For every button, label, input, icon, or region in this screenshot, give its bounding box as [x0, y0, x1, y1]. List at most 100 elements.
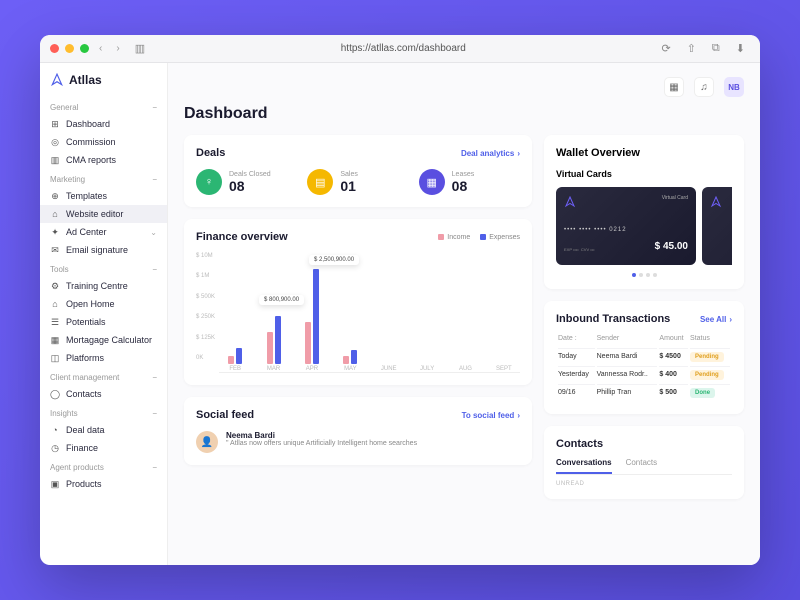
- sidebar-item[interactable]: ✉Email signature: [40, 241, 167, 259]
- sidebar-item-icon: ▣: [50, 479, 60, 489]
- close-icon[interactable]: [50, 44, 59, 53]
- social-card: Social feed To social feed› 👤 Neema Bard…: [184, 397, 532, 465]
- collapse-icon: −: [152, 265, 157, 274]
- chevron-right-icon: ›: [517, 411, 520, 420]
- sidebar-group-header[interactable]: Client management−: [40, 367, 167, 385]
- sidebar-group-header[interactable]: General−: [40, 97, 167, 115]
- page-title: Dashboard: [184, 105, 744, 123]
- bar-expenses: [275, 316, 281, 364]
- sidebar-item-label: Platforms: [66, 353, 104, 363]
- avatar[interactable]: NB: [724, 77, 744, 97]
- finance-chart: $ 10M$ 1M$ 500K$ 250K$ 125K0K $ 800,900.…: [196, 253, 520, 373]
- sidebar-item-label: Products: [66, 479, 102, 489]
- chart-bar-group: MAR: [257, 264, 289, 372]
- virtual-cards-label: Virtual Cards: [556, 169, 732, 179]
- virtual-card[interactable]: Virtual Card •••• •••• •••• 0212 EXP •••…: [556, 187, 696, 265]
- app-window: ‹ › ▥ https://atllas.com/dashboard ⟳ ⇧ ⧉…: [40, 35, 760, 565]
- sidebar-item-label: Finance: [66, 443, 98, 453]
- sidebar-item[interactable]: ✦Ad Center⌄: [40, 223, 167, 241]
- contacts-title: Contacts: [556, 438, 732, 450]
- chart-tooltip: $ 800,900.00: [259, 295, 304, 305]
- calendar-icon[interactable]: ▦: [664, 77, 684, 97]
- brand-logo[interactable]: Atllas: [40, 73, 167, 97]
- sidebar-item[interactable]: ▣ Products: [40, 475, 167, 493]
- sidebar-item[interactable]: ◔ Deal data: [40, 421, 167, 439]
- collapse-icon: −: [152, 103, 157, 112]
- sidebar-item-icon: ▥: [50, 155, 60, 165]
- transactions-table: Date : Sender Amount Status TodayNeema B…: [556, 333, 732, 402]
- virtual-card[interactable]: [702, 187, 732, 265]
- table-row[interactable]: TodayNeema Bardi$ 4500Pending: [558, 348, 730, 364]
- contacts-card: Contacts Conversations Contacts UNREAD: [544, 426, 744, 499]
- deals-card: Deals Deal analytics› ♀Deals Closed08▤Sa…: [184, 135, 532, 207]
- sidebar-icon[interactable]: ▥: [130, 42, 150, 55]
- reload-icon[interactable]: ⟳: [656, 42, 675, 55]
- sidebar-item-icon: ⊕: [50, 191, 60, 201]
- chart-bar-group: SEPT: [488, 264, 520, 372]
- chart-bar-group: APR: [296, 264, 328, 372]
- forward-button[interactable]: ›: [112, 43, 123, 54]
- chart-bar-group: MAY: [334, 264, 366, 372]
- bell-icon[interactable]: ♫: [694, 77, 714, 97]
- stat-icon: ♀: [196, 169, 222, 195]
- collapse-icon: −: [152, 463, 157, 472]
- sidebar-item-label: Deal data: [66, 425, 105, 435]
- see-all-link[interactable]: See All ›: [700, 315, 732, 324]
- sidebar-item[interactable]: ▥CMA reports: [40, 151, 167, 169]
- tabs-icon[interactable]: ⧉: [707, 42, 725, 55]
- sidebar-item[interactable]: ◷Finance: [40, 439, 167, 457]
- bar-income: [305, 322, 311, 364]
- sidebar-group-header[interactable]: Marketing−: [40, 169, 167, 187]
- status-badge: Done: [690, 388, 715, 398]
- sidebar-item[interactable]: ⌂Website editor: [40, 205, 167, 223]
- url-bar[interactable]: https://atllas.com/dashboard: [156, 43, 650, 54]
- sidebar-item-label: Contacts: [66, 389, 102, 399]
- back-button[interactable]: ‹: [95, 43, 106, 54]
- sidebar-item[interactable]: ◯Contacts: [40, 385, 167, 403]
- sidebar: Atllas General−⊞Dashboard◎Commission▥CMA…: [40, 63, 168, 565]
- social-feed-link[interactable]: To social feed›: [462, 411, 520, 420]
- table-row[interactable]: 09/16Phillip Tran$ 500Done: [558, 384, 730, 400]
- chart-bar-group: JUNE: [373, 264, 405, 372]
- sidebar-item[interactable]: ▦Mortagage Calculator: [40, 331, 167, 349]
- deal-analytics-link[interactable]: Deal analytics›: [461, 149, 520, 158]
- table-row[interactable]: YesterdayVannessa Rodr..$ 400Pending: [558, 366, 730, 382]
- sidebar-item[interactable]: ⚙Training Centre: [40, 277, 167, 295]
- sidebar-item-icon: ✦: [50, 227, 60, 237]
- sidebar-item[interactable]: ⊞Dashboard: [40, 115, 167, 133]
- chart-bar-group: JULY: [411, 264, 443, 372]
- sidebar-item[interactable]: ☰ Potentials: [40, 313, 167, 331]
- sidebar-item[interactable]: ◎Commission: [40, 133, 167, 151]
- avatar[interactable]: 👤: [196, 431, 218, 453]
- sidebar-item[interactable]: ⊕Templates: [40, 187, 167, 205]
- sidebar-group-header[interactable]: Tools−: [40, 259, 167, 277]
- bar-expenses: [236, 348, 242, 364]
- main-content: ▦ ♫ NB Dashboard Deals Deal analytics› ♀…: [168, 63, 760, 565]
- sidebar-item-icon: ◔: [50, 425, 60, 435]
- top-actions: ▦ ♫ NB: [184, 77, 744, 97]
- share-icon[interactable]: ⇧: [682, 42, 701, 55]
- sidebar-group-header[interactable]: Insights−: [40, 403, 167, 421]
- sidebar-item-label: Mortagage Calculator: [66, 335, 152, 345]
- sidebar-group-header[interactable]: Agent products−: [40, 457, 167, 475]
- status-badge: Pending: [690, 370, 724, 380]
- sidebar-item-icon: ⌂: [50, 209, 60, 219]
- minimize-icon[interactable]: [65, 44, 74, 53]
- sidebar-item-icon: ☰: [50, 317, 60, 327]
- sidebar-item[interactable]: ◫Platforms: [40, 349, 167, 367]
- maximize-icon[interactable]: [80, 44, 89, 53]
- sidebar-item-label: Potentials: [66, 317, 106, 327]
- sidebar-item-icon: ⌂: [50, 299, 60, 309]
- bar-income: [267, 332, 273, 364]
- download-icon[interactable]: ⬇: [731, 42, 750, 55]
- tab-conversations[interactable]: Conversations: [556, 458, 612, 474]
- tab-contacts[interactable]: Contacts: [626, 458, 658, 474]
- stat-icon: ▦: [419, 169, 445, 195]
- sidebar-item-icon: ⊞: [50, 119, 60, 129]
- sidebar-item-label: Open Home: [66, 299, 115, 309]
- carousel-dots[interactable]: [556, 273, 732, 277]
- collapse-icon: −: [152, 409, 157, 418]
- sidebar-item-icon: ⚙: [50, 281, 60, 291]
- wallet-title: Wallet Overview: [556, 147, 732, 159]
- sidebar-item[interactable]: ⌂ Open Home: [40, 295, 167, 313]
